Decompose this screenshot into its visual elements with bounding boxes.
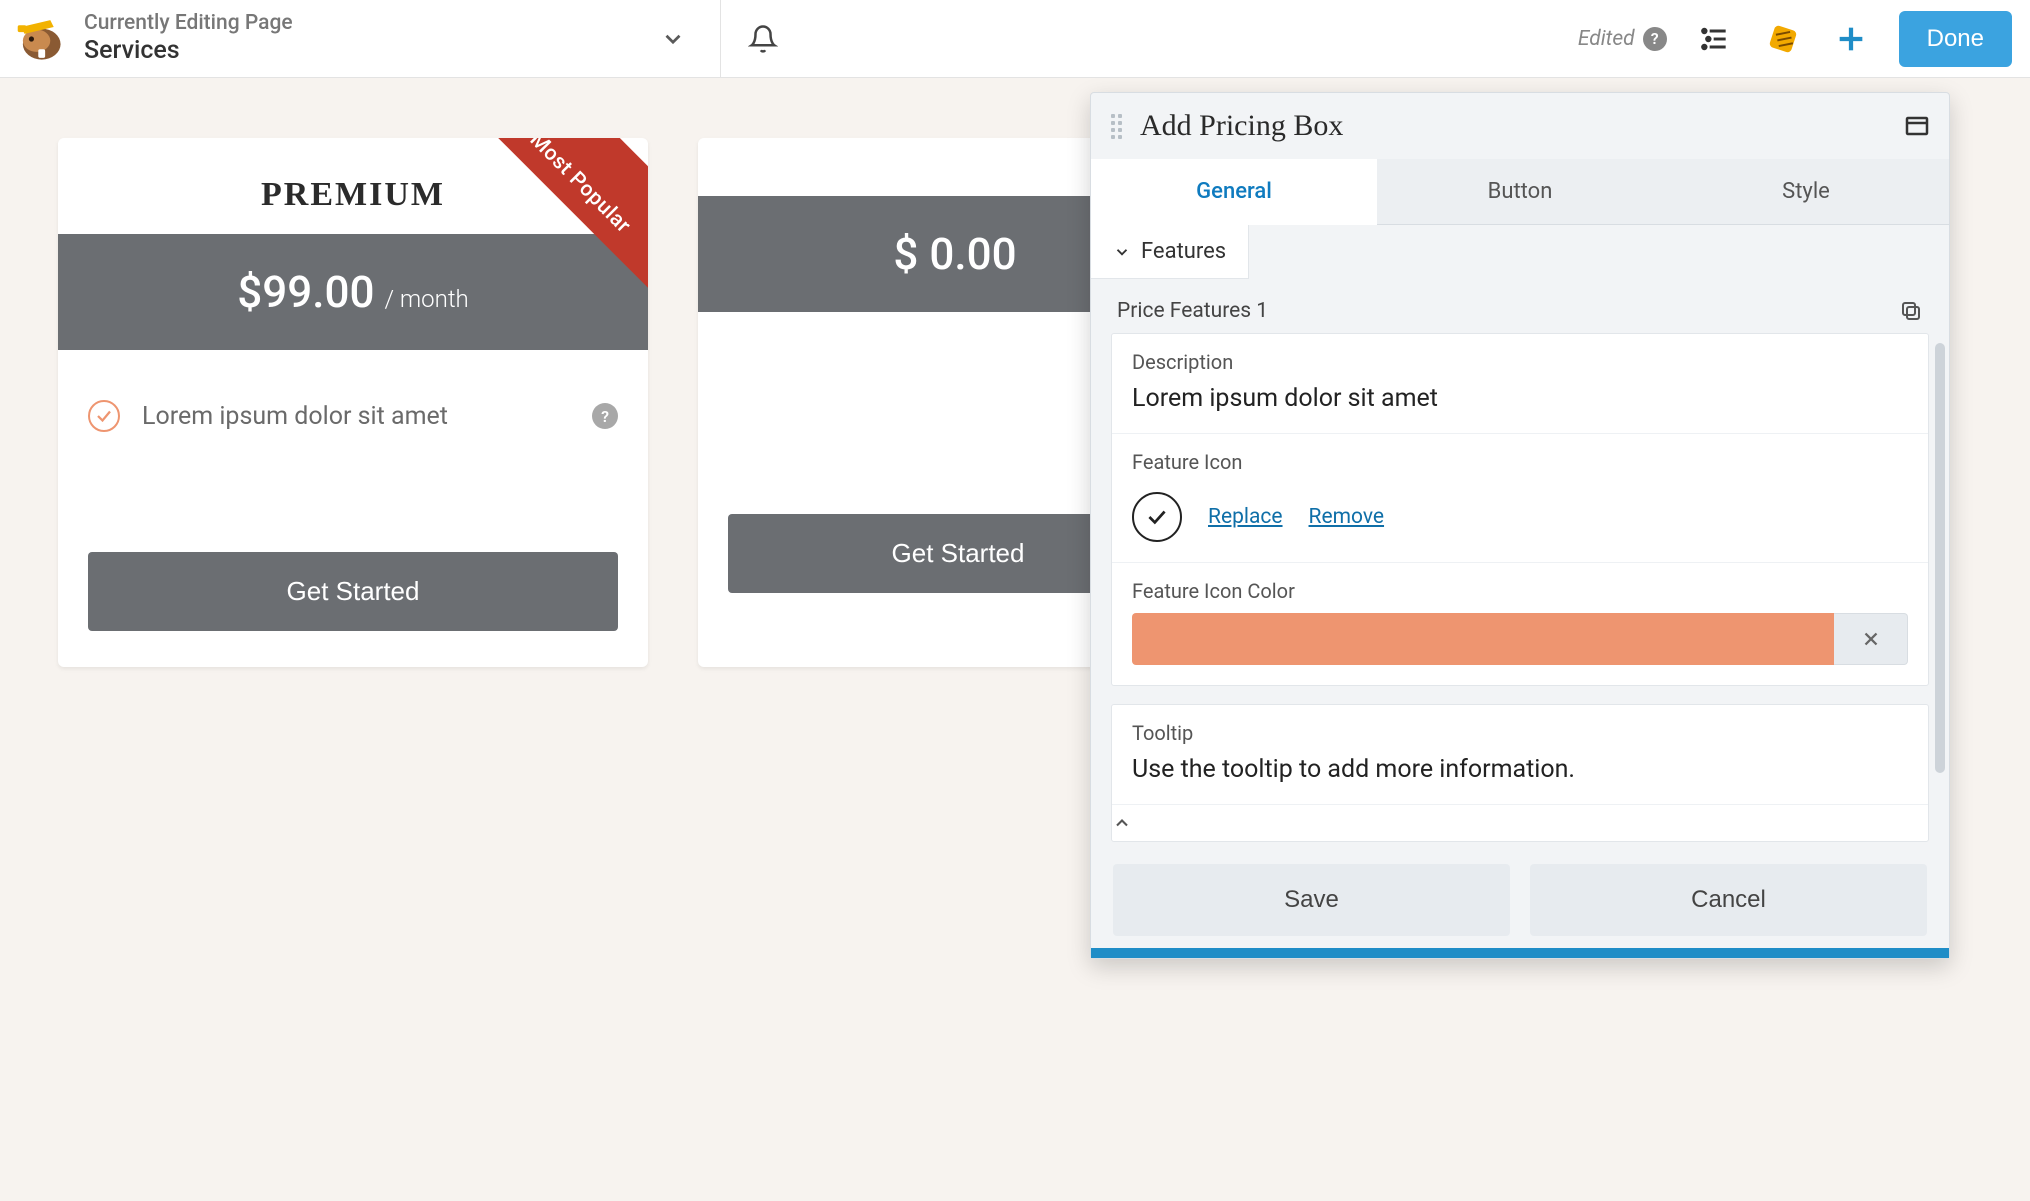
pricing-card-premium[interactable]: Most Popular PREMIUM $99.00 / month Lore…	[58, 138, 648, 667]
price-value: $99.00	[237, 266, 374, 318]
cancel-button[interactable]: Cancel	[1530, 864, 1927, 936]
check-circle-icon	[88, 400, 120, 432]
panel-body: Price Features 1 Description Lorem ipsum…	[1091, 279, 1949, 842]
price-value: $ 0.00	[893, 228, 1016, 280]
tab-style[interactable]: Style	[1663, 159, 1949, 225]
topbar-left: Currently Editing Page Services	[0, 0, 720, 77]
chevron-up-icon	[1112, 813, 1132, 833]
settings-panel: Add Pricing Box General Button Style Fea…	[1090, 92, 1950, 959]
group-header: Price Features 1	[1111, 279, 1929, 333]
panel-title: Add Pricing Box	[1140, 109, 1343, 143]
page-title: Services	[84, 36, 293, 66]
maximize-icon[interactable]	[1905, 116, 1929, 136]
panel-accent-bar	[1091, 948, 1949, 958]
done-button[interactable]: Done	[1899, 11, 2012, 67]
page-meta: Currently Editing Page Services	[84, 11, 293, 66]
chevron-down-icon	[1113, 243, 1131, 261]
description-label: Description	[1132, 350, 1908, 374]
tooltip-value[interactable]: Use the tooltip to add more information.	[1132, 755, 1908, 784]
group-title: Price Features 1	[1117, 299, 1268, 323]
replace-link[interactable]: Replace	[1208, 505, 1283, 529]
outline-button[interactable]	[1695, 19, 1735, 59]
feature-row: Lorem ipsum dolor sit amet ?	[88, 400, 618, 432]
tooltip-icon[interactable]: ?	[592, 403, 618, 429]
color-swatch[interactable]	[1132, 613, 1834, 665]
get-started-button[interactable]: Get Started	[88, 552, 618, 631]
clear-color-button[interactable]	[1834, 613, 1908, 665]
section-tabs-row: Features	[1091, 225, 1949, 279]
icon-color-label: Feature Icon Color	[1132, 579, 1908, 603]
field-description[interactable]: Description Lorem ipsum dolor sit amet	[1112, 334, 1928, 433]
tooltip-label: Tooltip	[1132, 721, 1908, 745]
help-icon[interactable]: ?	[1643, 27, 1667, 51]
features-list: Lorem ipsum dolor sit amet ?	[58, 350, 648, 530]
tab-button[interactable]: Button	[1377, 159, 1663, 225]
collapse-button[interactable]	[1112, 804, 1928, 841]
field-icon-color: Feature Icon Color	[1112, 562, 1928, 685]
remove-link[interactable]: Remove	[1309, 505, 1385, 529]
feature-icon-preview	[1132, 492, 1182, 542]
tab-general[interactable]: General	[1091, 159, 1377, 225]
section-features[interactable]: Features	[1091, 225, 1249, 279]
edited-indicator: Edited ?	[1578, 27, 1667, 51]
beaver-logo[interactable]	[10, 14, 70, 64]
feature-text: Lorem ipsum dolor sit amet	[142, 402, 570, 431]
modules-button[interactable]	[1763, 19, 1803, 59]
duplicate-icon[interactable]	[1899, 299, 1923, 323]
edited-label: Edited	[1578, 27, 1635, 51]
panel-header[interactable]: Add Pricing Box	[1091, 93, 1949, 159]
close-icon	[1860, 628, 1882, 650]
description-value[interactable]: Lorem ipsum dolor sit amet	[1132, 384, 1908, 413]
tooltip-card: Tooltip Use the tooltip to add more info…	[1111, 704, 1929, 842]
page-dropdown-button[interactable]	[648, 14, 698, 64]
feature-settings-card: Description Lorem ipsum dolor sit amet F…	[1111, 333, 1929, 686]
editing-label: Currently Editing Page	[84, 11, 293, 36]
panel-footer: Save Cancel	[1091, 842, 1949, 948]
add-button[interactable]	[1831, 19, 1871, 59]
topbar-right: Edited ? Done	[1578, 0, 2030, 77]
section-label: Features	[1141, 239, 1226, 264]
feature-icon-label: Feature Icon	[1132, 450, 1908, 474]
field-feature-icon: Feature Icon Replace Remove	[1112, 433, 1928, 562]
scrollbar[interactable]	[1935, 343, 1945, 773]
price-period: / month	[385, 285, 469, 313]
drag-handle-icon[interactable]	[1111, 114, 1122, 139]
notifications-button[interactable]	[721, 0, 805, 77]
field-tooltip[interactable]: Tooltip Use the tooltip to add more info…	[1112, 705, 1928, 804]
save-button[interactable]: Save	[1113, 864, 1510, 936]
panel-tabs: General Button Style	[1091, 159, 1949, 225]
price-band: $99.00 / month	[58, 234, 648, 350]
topbar: Currently Editing Page Services Edited ?	[0, 0, 2030, 78]
